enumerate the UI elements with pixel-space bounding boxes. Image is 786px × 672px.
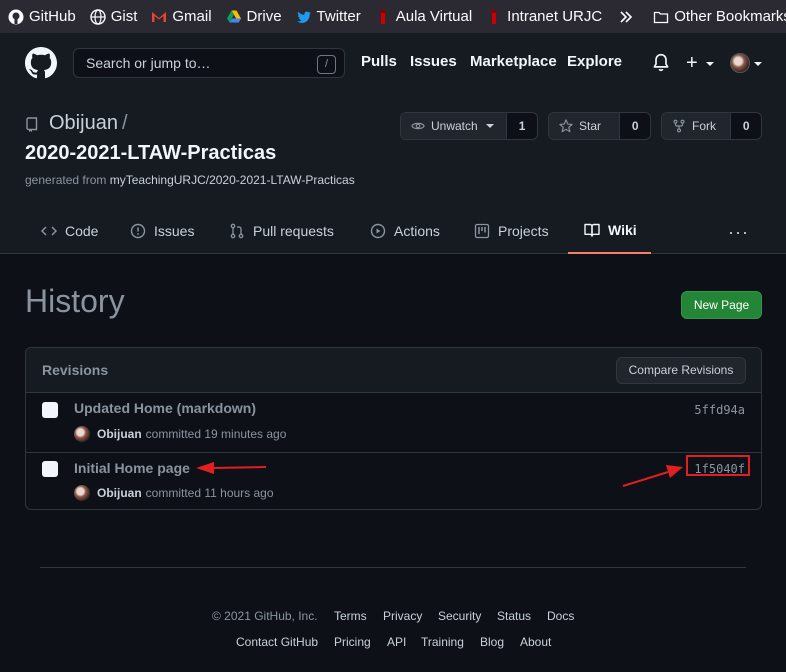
annotation-arrow-head: [196, 462, 214, 474]
annotation-arrow-line: [622, 471, 669, 487]
footer-link-training[interactable]: Training: [421, 635, 464, 649]
annotation-arrow-head: [666, 465, 683, 478]
footer-link-api[interactable]: API: [387, 635, 406, 649]
annotation-arrows: [196, 462, 683, 487]
annotation-arrow-line: [211, 466, 267, 469]
footer-copyright: © 2021 GitHub, Inc.: [212, 609, 318, 623]
footer-link-about[interactable]: About: [520, 635, 551, 649]
footer-divider: [40, 567, 746, 568]
footer-link-blog[interactable]: Blog: [480, 635, 504, 649]
footer-link-pricing[interactable]: Pricing: [334, 635, 371, 649]
footer-link-status[interactable]: Status: [497, 609, 531, 623]
footer-link-security[interactable]: Security: [438, 609, 481, 623]
footer-link-docs[interactable]: Docs: [547, 609, 574, 623]
footer-link-contact[interactable]: Contact GitHub: [236, 635, 318, 649]
footer-link-terms[interactable]: Terms: [334, 609, 367, 623]
footer-link-privacy[interactable]: Privacy: [383, 609, 422, 623]
